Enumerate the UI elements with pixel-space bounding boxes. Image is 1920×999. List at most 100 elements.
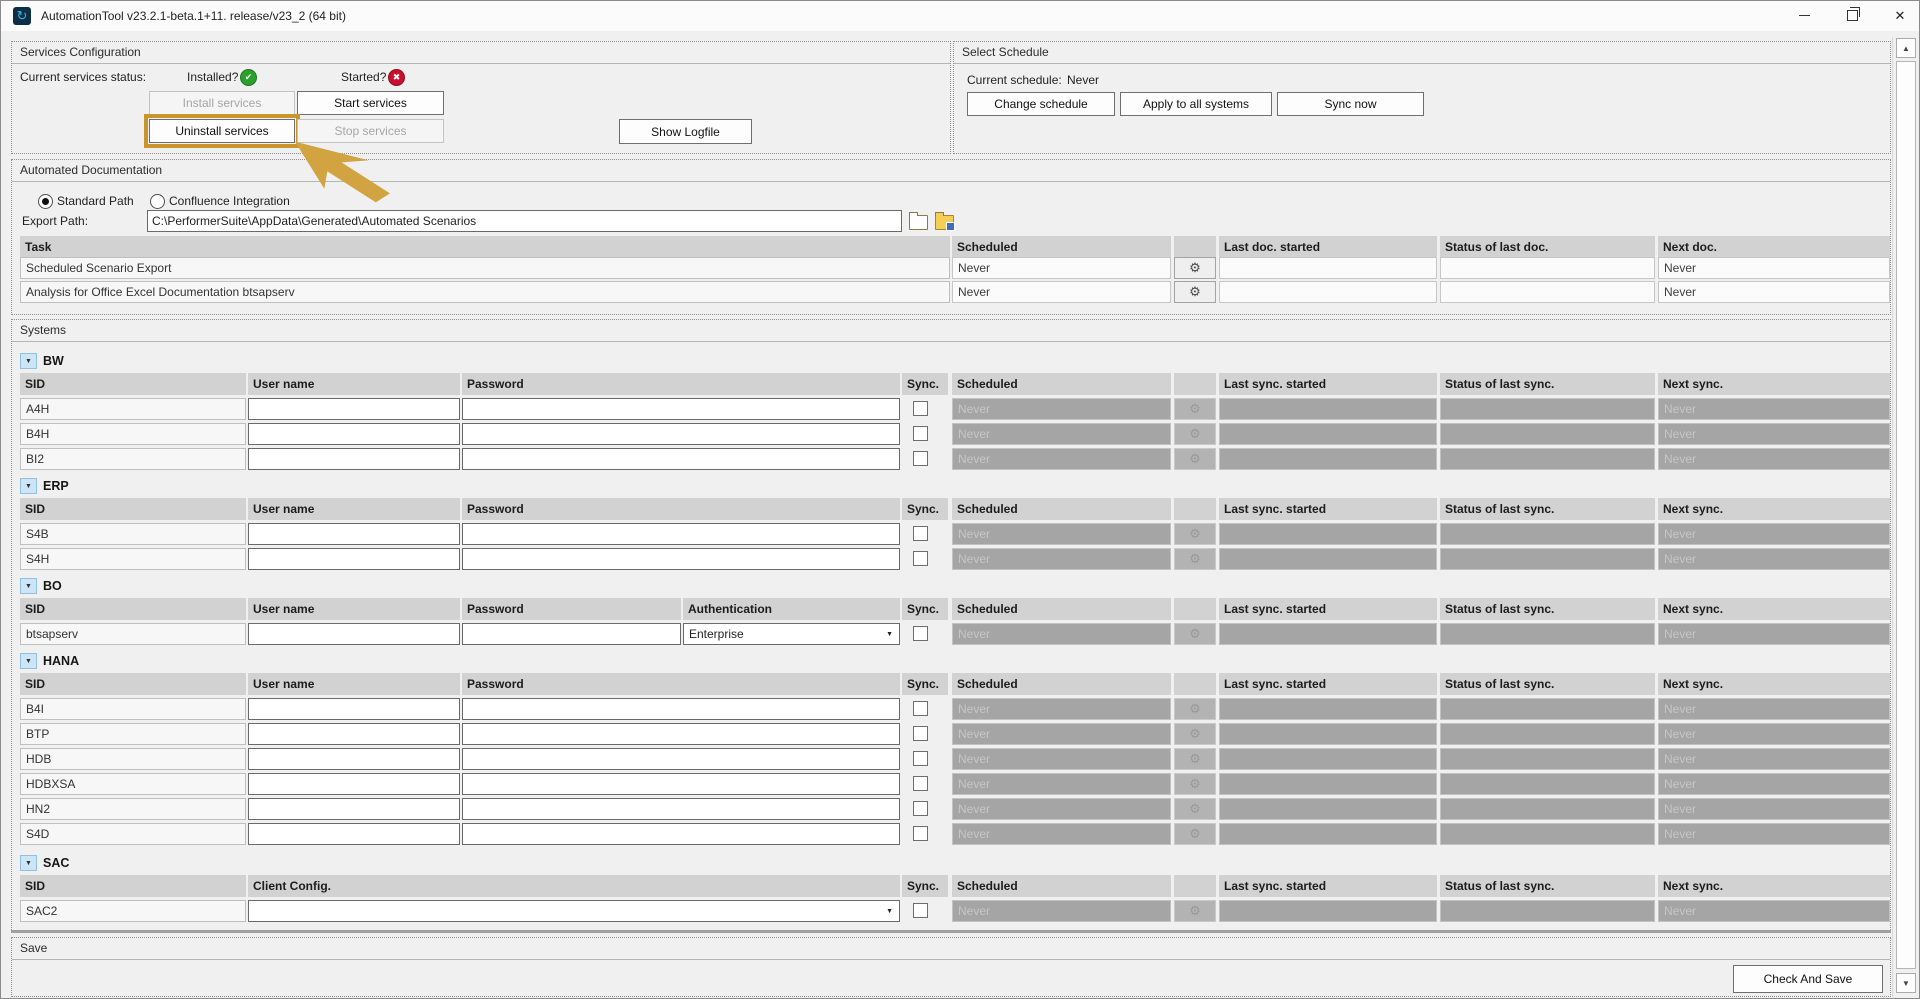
standard-path-radio[interactable] bbox=[38, 194, 53, 209]
expander-icon[interactable]: ▼ bbox=[20, 578, 37, 594]
schedule-gear-button: ⚙ bbox=[1174, 823, 1216, 845]
minimize-button[interactable] bbox=[1784, 1, 1824, 30]
change-schedule-button[interactable]: Change schedule bbox=[967, 92, 1115, 116]
username-input[interactable] bbox=[248, 723, 460, 745]
status-cell bbox=[1440, 798, 1655, 820]
username-input[interactable] bbox=[248, 623, 460, 645]
schedule-gear-button: ⚙ bbox=[1174, 900, 1216, 922]
sync-checkbox[interactable] bbox=[913, 776, 928, 791]
browse-folder-icon[interactable] bbox=[909, 212, 928, 230]
schedule-gear-button: ⚙ bbox=[1174, 723, 1216, 745]
systems-table-header-row: SID Client Config. Sync. Scheduled Last … bbox=[12, 875, 1890, 897]
section-title: Select Schedule bbox=[962, 45, 1049, 59]
sync-checkbox[interactable] bbox=[913, 726, 928, 741]
systems-table-header-row: SID User name Password Sync. Scheduled L… bbox=[12, 673, 1890, 695]
sid-cell: S4D bbox=[20, 823, 246, 845]
show-logfile-button[interactable]: Show Logfile bbox=[619, 119, 752, 144]
restore-button[interactable] bbox=[1832, 1, 1872, 30]
password-input[interactable] bbox=[462, 798, 900, 820]
password-input[interactable] bbox=[462, 698, 900, 720]
sync-checkbox[interactable] bbox=[913, 751, 928, 766]
col-header-password: Password bbox=[462, 673, 900, 695]
open-folder-icon[interactable] bbox=[935, 212, 955, 231]
stop-services-button: Stop services bbox=[297, 119, 444, 143]
expander-icon[interactable]: ▼ bbox=[20, 855, 37, 871]
group-name: SAC bbox=[43, 856, 70, 870]
confluence-integration-radio[interactable] bbox=[150, 194, 165, 209]
password-input[interactable] bbox=[462, 723, 900, 745]
sid-cell: S4B bbox=[20, 523, 246, 545]
username-input[interactable] bbox=[248, 773, 460, 795]
sync-checkbox[interactable] bbox=[913, 701, 928, 716]
username-input[interactable] bbox=[248, 523, 460, 545]
col-header-sid: SID bbox=[20, 498, 246, 520]
col-header-password: Password bbox=[462, 498, 900, 520]
scroll-down-button[interactable]: ▼ bbox=[1896, 973, 1916, 993]
password-input[interactable] bbox=[462, 448, 900, 470]
expander-icon[interactable]: ▼ bbox=[20, 478, 37, 494]
vertical-scrollbar[interactable]: ▲ ▼ bbox=[1892, 37, 1918, 997]
col-header-status: Status of last sync. bbox=[1440, 373, 1655, 395]
sync-checkbox[interactable] bbox=[913, 801, 928, 816]
password-input[interactable] bbox=[462, 823, 900, 845]
col-header-last-sync: Last sync. started bbox=[1219, 598, 1437, 620]
close-button[interactable]: ✕ bbox=[1880, 1, 1919, 30]
started-cross-icon: ✖ bbox=[388, 69, 405, 86]
sync-checkbox[interactable] bbox=[913, 626, 928, 641]
col-header-scheduled: Scheduled bbox=[952, 673, 1171, 695]
username-input[interactable] bbox=[248, 548, 460, 570]
scheduled-cell: Never bbox=[952, 623, 1171, 645]
password-input[interactable] bbox=[462, 523, 900, 545]
username-input[interactable] bbox=[248, 748, 460, 770]
scrollbar-thumb[interactable] bbox=[1896, 61, 1916, 969]
systems-table-header-row: SID User name Password Sync. Scheduled L… bbox=[12, 373, 1890, 395]
password-input[interactable] bbox=[462, 748, 900, 770]
sync-checkbox[interactable] bbox=[913, 551, 928, 566]
password-input[interactable] bbox=[462, 423, 900, 445]
section-header: Select Schedule bbox=[954, 42, 1890, 64]
password-input[interactable] bbox=[462, 773, 900, 795]
password-input[interactable] bbox=[462, 398, 900, 420]
client-config-dropdown[interactable]: ▼ bbox=[248, 900, 900, 922]
sync-now-button[interactable]: Sync now bbox=[1277, 92, 1424, 116]
username-input[interactable] bbox=[248, 398, 460, 420]
col-header-gear bbox=[1174, 373, 1216, 395]
section-title: Services Configuration bbox=[20, 45, 141, 59]
username-input[interactable] bbox=[248, 698, 460, 720]
username-input[interactable] bbox=[248, 423, 460, 445]
sync-checkbox[interactable] bbox=[913, 451, 928, 466]
schedule-gear-button[interactable]: ⚙ bbox=[1174, 281, 1216, 303]
apply-to-all-systems-button[interactable]: Apply to all systems bbox=[1120, 92, 1272, 116]
password-input[interactable] bbox=[462, 548, 900, 570]
scheduled-cell: Never bbox=[952, 257, 1171, 279]
last-sync-cell bbox=[1219, 748, 1437, 770]
group-header-erp: ▼ ERP bbox=[20, 477, 69, 495]
schedule-gear-button: ⚙ bbox=[1174, 748, 1216, 770]
username-input[interactable] bbox=[248, 798, 460, 820]
sync-checkbox[interactable] bbox=[913, 426, 928, 441]
doc-task-row: Scheduled Scenario Export Never ⚙ Never bbox=[12, 257, 1890, 279]
col-header-scheduled: Scheduled bbox=[952, 498, 1171, 520]
username-input[interactable] bbox=[248, 823, 460, 845]
sync-checkbox[interactable] bbox=[913, 526, 928, 541]
uninstall-services-button[interactable]: Uninstall services bbox=[144, 114, 300, 148]
sync-checkbox[interactable] bbox=[913, 401, 928, 416]
password-input[interactable] bbox=[462, 623, 681, 645]
application-window: ↻ AutomationTool v23.2.1-beta.1+11. rele… bbox=[0, 0, 1920, 999]
expander-icon[interactable]: ▼ bbox=[20, 653, 37, 669]
expander-icon[interactable]: ▼ bbox=[20, 353, 37, 369]
start-services-button[interactable]: Start services bbox=[297, 91, 444, 115]
sync-checkbox[interactable] bbox=[913, 903, 928, 918]
col-header-sid: SID bbox=[20, 373, 246, 395]
schedule-gear-button[interactable]: ⚙ bbox=[1174, 257, 1216, 279]
next-sync-cell: Never bbox=[1658, 698, 1890, 720]
check-and-save-button[interactable]: Check And Save bbox=[1733, 965, 1883, 993]
group-header-sac: ▼ SAC bbox=[20, 854, 69, 872]
scroll-up-button[interactable]: ▲ bbox=[1896, 38, 1916, 58]
last-sync-cell bbox=[1219, 423, 1437, 445]
authentication-dropdown[interactable]: Enterprise ▼ bbox=[683, 623, 900, 645]
export-path-input[interactable] bbox=[147, 210, 902, 232]
status-cell bbox=[1440, 773, 1655, 795]
username-input[interactable] bbox=[248, 448, 460, 470]
sync-checkbox[interactable] bbox=[913, 826, 928, 841]
